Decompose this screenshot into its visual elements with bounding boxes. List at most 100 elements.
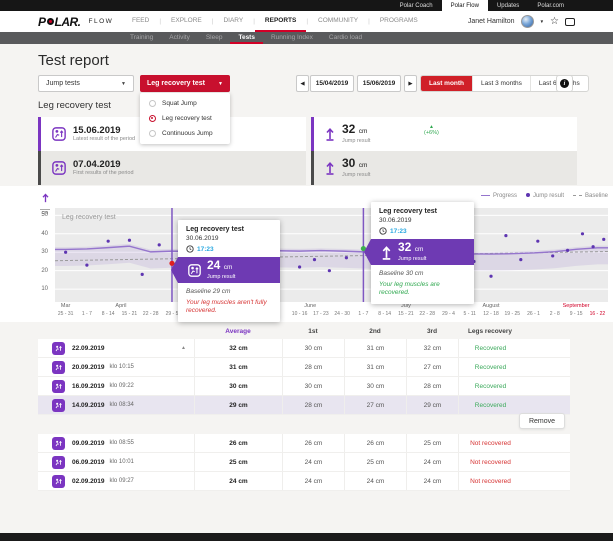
- nav-item-diary[interactable]: DIARY: [213, 11, 253, 32]
- avatar[interactable]: [521, 15, 534, 28]
- week-label: 10 - 16: [292, 311, 308, 317]
- test-category-select[interactable]: Jump tests ▼: [38, 75, 134, 92]
- cell-3rd: 28 cm: [406, 377, 458, 395]
- nav-item-community[interactable]: COMMUNITY: [308, 11, 368, 32]
- tooltip-time: 17:23: [197, 246, 214, 253]
- section-title: Leg recovery test: [38, 100, 111, 111]
- test-date: 06.09.2019: [72, 459, 105, 466]
- footer-bar: [0, 533, 613, 541]
- results-table-not-recovered: 09.09.2019klo 08:5526 cm26 cm26 cm25 cmN…: [38, 434, 570, 491]
- table-row[interactable]: 20.09.2019klo 10:1531 cm28 cm31 cm27 cmR…: [38, 358, 570, 377]
- topbar-item-polar-coach[interactable]: Polar Coach: [391, 0, 442, 11]
- col-header-average[interactable]: Average: [194, 328, 282, 335]
- cell-spacer: [522, 396, 570, 414]
- col-header-2nd[interactable]: 2nd: [344, 328, 406, 335]
- user-menu-caret-icon[interactable]: ▼: [540, 19, 544, 24]
- cell-date: 16.09.2019klo 09:22: [38, 377, 194, 395]
- polar-flow-logo[interactable]: PLAR. FLOW: [38, 11, 113, 32]
- range-button-last-month[interactable]: Last month: [421, 76, 472, 91]
- col-header-1st[interactable]: 1st: [282, 328, 344, 335]
- cell-1st: 30 cm: [282, 339, 344, 357]
- feedback-chat-icon[interactable]: [565, 18, 575, 26]
- week-label: 22 - 28: [143, 311, 159, 317]
- range-button-last-3-months[interactable]: Last 3 months: [472, 76, 530, 91]
- nav-item-feed[interactable]: FEED: [122, 11, 159, 32]
- dropdown-option-continuous-jump[interactable]: Continuous Jump: [140, 126, 230, 141]
- main-navbar: PLAR. FLOW FEED|EXPLORE|DIARY|REPORTS|CO…: [0, 11, 613, 32]
- tooltip-time: 17:23: [390, 228, 407, 235]
- dropdown-option-leg-recovery-test[interactable]: Leg recovery test: [140, 111, 230, 126]
- subnav-item-activity[interactable]: Activity: [161, 32, 198, 44]
- table-row[interactable]: 02.09.2019klo 09:2724 cm24 cm24 cm24 cmN…: [38, 472, 570, 491]
- latest-jump-caption: Jump result: [342, 138, 370, 145]
- favorites-star-icon[interactable]: ☆: [550, 17, 559, 27]
- next-period-button[interactable]: ▶: [404, 75, 417, 92]
- cell-legs-recovery-status: Recovered: [458, 339, 522, 357]
- week-label: 2 - 8: [550, 311, 560, 317]
- previous-period-button[interactable]: ◀: [296, 75, 309, 92]
- week-label: 5 - 11: [464, 311, 476, 317]
- week-label: 15 - 21: [122, 311, 138, 317]
- topbar-item-polar-flow[interactable]: Polar Flow: [442, 0, 488, 11]
- summary-first-value-row: 30 cm Jump result: [311, 151, 577, 185]
- cell-spacer: [522, 434, 570, 452]
- topbar-item-polar-com[interactable]: Polar.com: [528, 0, 573, 11]
- week-label: 26 - 1: [527, 311, 540, 317]
- subnav-item-training[interactable]: Training: [122, 32, 161, 44]
- cell-legs-recovery-status: Not recovered: [458, 472, 522, 490]
- cell-2nd: 27 cm: [344, 396, 406, 414]
- test-date: 16.09.2019: [72, 383, 105, 390]
- cell-3rd: 32 cm: [406, 339, 458, 357]
- radio-icon: [149, 100, 156, 107]
- cell-average: 29 cm: [194, 396, 282, 414]
- cell-date: 22.09.2019▲: [38, 339, 194, 357]
- tooltip-result-banner: 24 cm Jump result: [178, 257, 280, 283]
- subnav-item-cardio-load[interactable]: Cardio load: [321, 32, 370, 44]
- subnav-item-sleep[interactable]: Sleep: [198, 32, 231, 44]
- table-row[interactable]: 06.09.2019klo 10:0125 cm24 cm25 cm24 cmN…: [38, 453, 570, 472]
- latest-result-date: 15.06.2019: [73, 126, 135, 136]
- y-tick-label: 50: [41, 212, 48, 218]
- subnav-item-tests[interactable]: Tests: [230, 32, 263, 44]
- cell-date: 06.09.2019klo 10:01: [38, 453, 194, 471]
- topbar-item-updates[interactable]: Updates: [488, 0, 528, 11]
- week-label: 8 - 14: [102, 311, 115, 317]
- sort-caret-icon[interactable]: ▲: [181, 345, 186, 351]
- cell-average: 32 cm: [194, 339, 282, 357]
- info-button[interactable]: i: [556, 75, 573, 92]
- latest-result-caption: Latest result of the period: [73, 136, 135, 143]
- latest-jump-value: 32: [342, 122, 355, 136]
- tooltip-recovered: Leg recovery test 30.06.2019 17:23 32 cm…: [371, 202, 474, 304]
- tooltip-value: 32: [398, 240, 411, 254]
- first-result-caption: First results of the period: [73, 170, 134, 177]
- nav-item-explore[interactable]: EXPLORE: [161, 11, 212, 32]
- week-label: 15 - 21: [398, 311, 414, 317]
- chart-plot[interactable]: [55, 208, 608, 302]
- dropdown-option-squat-jump[interactable]: Squat Jump: [140, 96, 230, 111]
- cell-1st: 24 cm: [282, 453, 344, 471]
- nav-item-reports[interactable]: REPORTS: [255, 11, 306, 32]
- dropdown-option-label: Squat Jump: [162, 100, 197, 107]
- date-to-input[interactable]: 15/06/2019: [357, 75, 401, 92]
- remove-button[interactable]: Remove: [519, 413, 565, 429]
- week-label: 1 - 7: [82, 311, 92, 317]
- table-row[interactable]: 22.09.2019▲32 cm30 cm31 cm32 cmRecovered: [38, 339, 570, 358]
- col-header-3rd[interactable]: 3rd: [406, 328, 458, 335]
- jump-test-icon: [52, 361, 65, 374]
- nav-item-programs[interactable]: PROGRAMS: [370, 11, 428, 32]
- radio-icon: [149, 130, 156, 137]
- col-header-legs-recovery[interactable]: Legs recovery: [458, 328, 522, 335]
- test-name-select[interactable]: Leg recovery test ▼: [140, 75, 230, 92]
- results-table-recovered: 22.09.2019▲32 cm30 cm31 cm32 cmRecovered…: [38, 339, 570, 415]
- dropdown-option-label: Leg recovery test: [162, 115, 212, 122]
- table-row[interactable]: 14.09.2019klo 08:3429 cm28 cm27 cm29 cmR…: [38, 396, 570, 415]
- subnav-item-running-index[interactable]: Running Index: [263, 32, 321, 44]
- tooltip-pointer: [364, 239, 371, 265]
- month-label-mar: Mar: [61, 303, 70, 309]
- date-from-input[interactable]: 15/04/2019: [310, 75, 354, 92]
- table-row[interactable]: 09.09.2019klo 08:5526 cm26 cm26 cm25 cmN…: [38, 434, 570, 453]
- page-title: Test report: [38, 52, 109, 69]
- cell-3rd: 29 cm: [406, 396, 458, 414]
- tooltip-value: 24: [207, 258, 220, 272]
- table-row[interactable]: 16.09.2019klo 09:2230 cm30 cm30 cm28 cmR…: [38, 377, 570, 396]
